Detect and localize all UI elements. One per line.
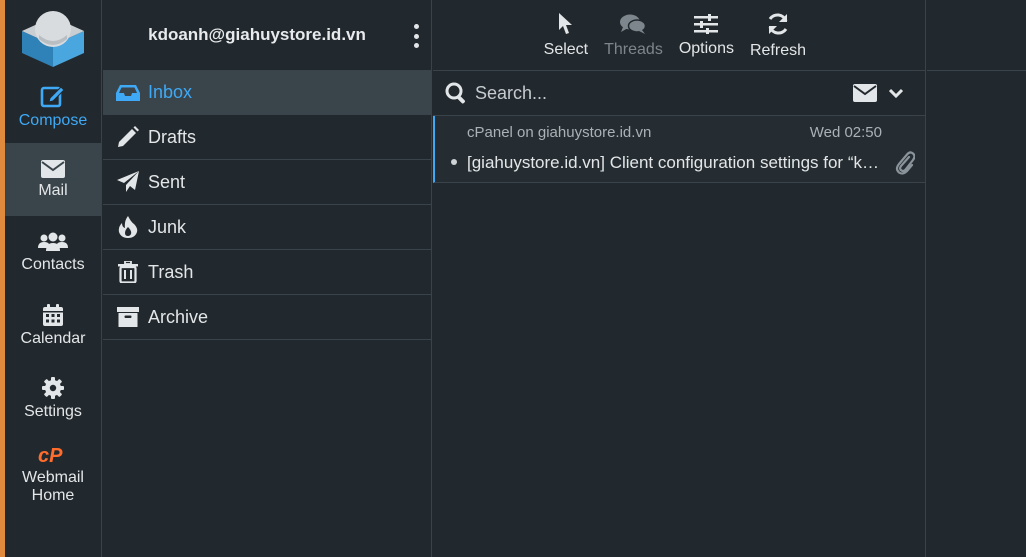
mail-label: Mail (38, 181, 68, 199)
compose-icon (40, 86, 65, 108)
folder-label: Junk (148, 216, 187, 237)
envelope-icon (41, 159, 65, 178)
threads-button[interactable]: Threads (596, 0, 671, 71)
inbox-icon (115, 81, 140, 105)
message-date: Wed 02:50 (809, 124, 882, 141)
account-email: kdoanh@giahuystore.id.vn (148, 25, 366, 44)
comments-icon (620, 14, 647, 34)
compose-button[interactable]: Compose (5, 71, 101, 143)
message-sender: cPanel on giahuystore.id.vn (467, 124, 652, 141)
select-label: Select (543, 40, 589, 58)
chevron-down-icon (889, 88, 903, 98)
preview-header (927, 0, 1026, 71)
calendar-icon (43, 303, 63, 326)
refresh-icon (768, 13, 788, 34)
search-icon (445, 82, 465, 104)
folder-inbox[interactable]: Inbox (103, 71, 431, 115)
search-bar (433, 71, 925, 116)
folder-junk[interactable]: Junk (103, 205, 431, 250)
nav-settings[interactable]: Settings (5, 362, 101, 435)
refresh-label: Refresh (749, 41, 806, 59)
options-label: Options (678, 39, 734, 57)
gear-icon (42, 376, 64, 399)
contacts-label: Contacts (21, 255, 85, 273)
compose-label: Compose (18, 112, 88, 129)
folder-drafts[interactable]: Drafts (103, 115, 431, 160)
users-icon (38, 232, 68, 251)
attachment-icon (895, 151, 916, 180)
nav-webmail-home[interactable]: cP Webmail Home (5, 435, 101, 515)
nav-mail[interactable]: Mail (5, 143, 101, 216)
folder-archive[interactable]: Archive (103, 295, 431, 340)
message-list-pane: Select Threads Options Refresh Search...… (433, 0, 926, 557)
calendar-label: Calendar (20, 329, 86, 347)
nav-calendar[interactable]: Calendar (5, 289, 101, 362)
fire-icon (115, 215, 140, 239)
roundcube-logo[interactable] (5, 0, 101, 71)
settings-label: Settings (24, 402, 82, 420)
folder-label: Inbox (148, 82, 193, 102)
message-row[interactable]: cPanel on giahuystore.id.vn Wed 02:50 [g… (433, 116, 925, 183)
folder-sent[interactable]: Sent (103, 160, 431, 205)
folder-label: Sent (148, 171, 186, 192)
folder-label: Trash (148, 261, 194, 282)
webmail-home-label: Webmail Home (22, 469, 84, 504)
paper-plane-icon (115, 170, 140, 194)
options-button[interactable]: Options (671, 0, 742, 71)
archive-box-icon (115, 305, 140, 329)
main-nav: Compose Mail Contacts Calendar Settings … (5, 0, 102, 557)
threads-label: Threads (604, 40, 663, 58)
sliders-icon (694, 13, 719, 34)
select-button[interactable]: Select (536, 0, 596, 71)
folder-label: Drafts (148, 126, 197, 147)
message-subject: [giahuystore.id.vn] Client configuration… (467, 153, 887, 172)
svg-text:cP: cP (38, 445, 63, 465)
envelope-icon (853, 84, 877, 102)
list-toolbar: Select Threads Options Refresh (433, 0, 925, 71)
folder-label: Archive (148, 306, 209, 327)
folder-pane: kdoanh@giahuystore.id.vn Inbox Drafts Se… (103, 0, 432, 557)
unread-indicator[interactable] (451, 159, 457, 165)
nav-contacts[interactable]: Contacts (5, 216, 101, 289)
cursor-icon (558, 12, 572, 34)
cpanel-icon: cP (38, 445, 63, 465)
account-header: kdoanh@giahuystore.id.vn (103, 0, 431, 71)
search-input[interactable] (475, 82, 845, 104)
refresh-button[interactable]: Refresh (742, 0, 814, 71)
search-mode-button[interactable] (853, 84, 877, 102)
trash-icon (115, 260, 140, 284)
preview-pane (927, 0, 1026, 557)
folder-trash[interactable]: Trash (103, 250, 431, 295)
account-menu-button[interactable] (411, 24, 421, 48)
search-options-button[interactable] (889, 88, 903, 98)
pencil-icon (115, 125, 140, 149)
